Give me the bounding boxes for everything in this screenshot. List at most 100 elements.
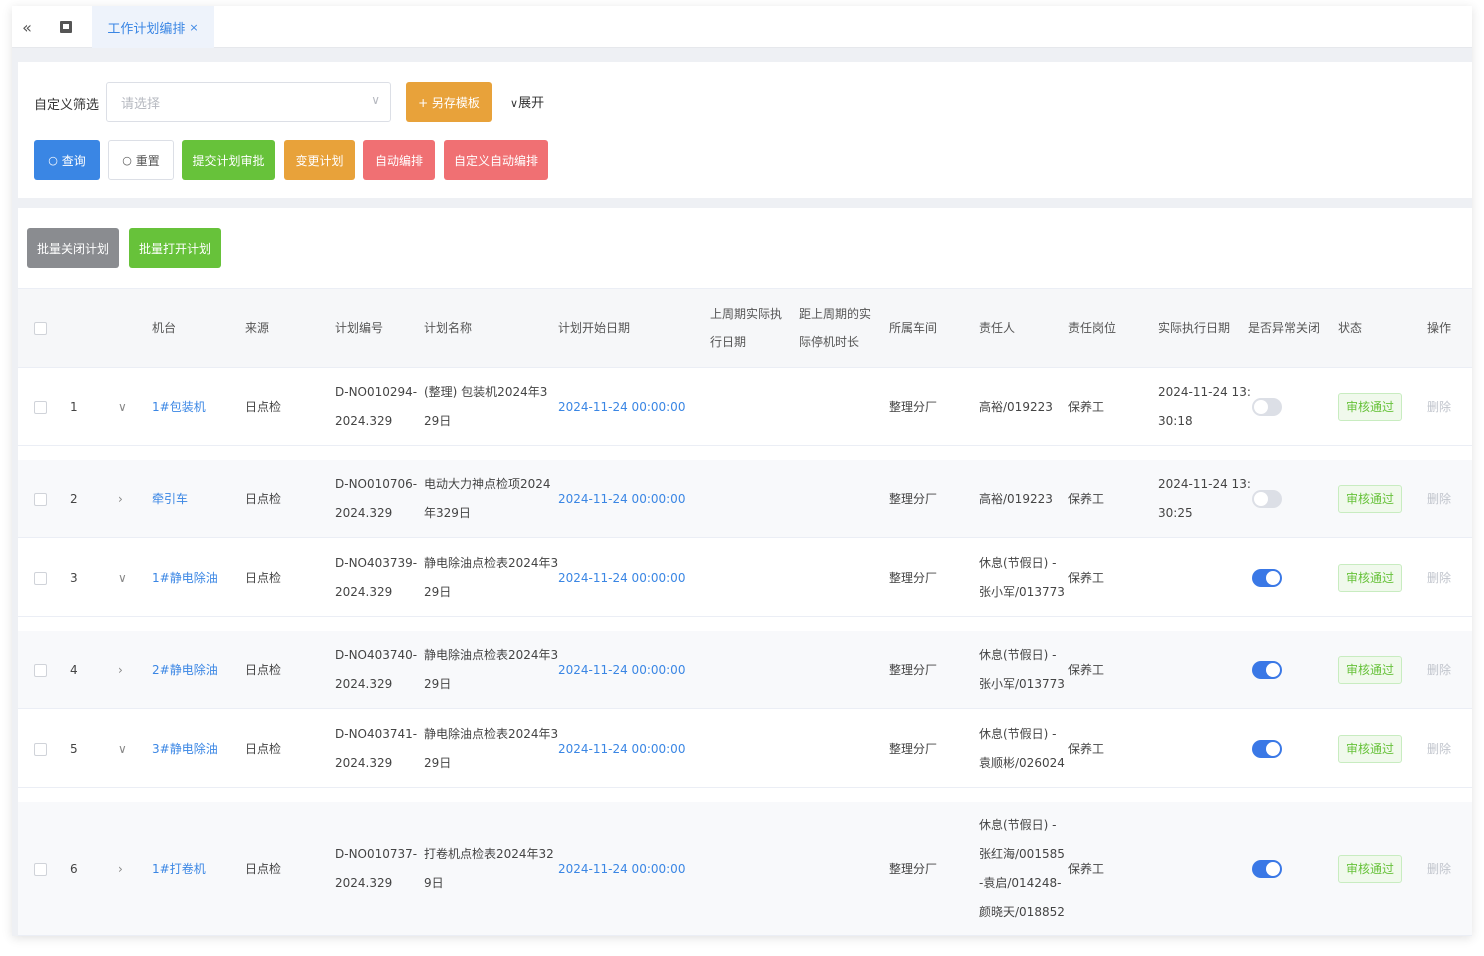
table-row[interactable]: 2 › 牵引车 日点检 D-NO010706- 2024.329 电动大力神点检项2024 年… — [18, 460, 1472, 538]
row-checkbox[interactable] — [34, 742, 47, 756]
machine-link[interactable]: 1#静电除油 — [152, 564, 218, 593]
table-row[interactable]: 4 › 2#静电除油 日点检 D-NO403740- 2024.329 静电除油点检表202… — [18, 631, 1472, 709]
plan-no-line1: D-NO403739- — [335, 556, 418, 570]
delete-button[interactable]: 删除 — [1427, 564, 1451, 593]
header-abnormal-close[interactable]: 是否异常关闭 — [1248, 289, 1320, 367]
filter-panel: 自定义筛选 请选择 ∨ + 另存模板 ∨展开 ○ 查询 ○ 重置 提交计划审批 … — [18, 62, 1472, 198]
expand-row-icon[interactable]: ∨ — [118, 393, 127, 422]
machine-link[interactable]: 2#静电除油 — [152, 656, 218, 685]
expand-row-icon[interactable]: › — [118, 855, 123, 884]
tab-work-plan[interactable]: 工作计划编排 × — [92, 6, 214, 48]
delete-button[interactable]: 删除 — [1427, 393, 1451, 422]
plan-name-line2: 9日 — [424, 876, 444, 890]
query-button[interactable]: ○ 查询 — [34, 140, 100, 180]
abnormal-close-toggle[interactable] — [1252, 398, 1282, 416]
row-checkbox[interactable] — [34, 862, 47, 876]
header-last-exec-line1: 上周期实际执 — [710, 307, 783, 321]
delete-button[interactable]: 删除 — [1427, 656, 1451, 685]
reset-button[interactable]: ○ 重置 — [108, 140, 174, 180]
row-index: 3 — [70, 570, 78, 585]
row-index: 4 — [70, 662, 78, 677]
submit-review-button[interactable]: 提交计划审批 — [182, 140, 275, 180]
row-index: 5 — [70, 741, 78, 756]
search-icon: ○ — [48, 153, 58, 167]
expand-row-icon[interactable]: › — [118, 656, 123, 685]
header-last-exec-date[interactable]: 上周期实际执 行日期 — [710, 289, 782, 367]
plan-no-line2: 2024.329 — [335, 677, 393, 691]
owner-line: 休息(节假日) - — [979, 648, 1057, 662]
toggle-knob — [1254, 492, 1268, 506]
toggle-knob — [1254, 400, 1268, 414]
table-row[interactable]: 1 ∨ 1#包装机 日点检 D-NO010294- 2024.329 (整理) 包装机202… — [18, 368, 1472, 446]
expand-label: 展开 — [518, 96, 545, 111]
expand-row-icon[interactable]: ∨ — [118, 564, 127, 593]
custom-filter-label: 自定义筛选 — [34, 98, 100, 113]
plan-name-line1: 电动大力神点检项2024 — [424, 477, 551, 491]
header-workshop[interactable]: 所属车间 — [889, 289, 937, 367]
header-source[interactable]: 来源 — [245, 289, 269, 367]
change-plan-button[interactable]: 变更计划 — [284, 140, 355, 180]
header-plan-name[interactable]: 计划名称 — [424, 289, 472, 367]
actual-date-line2: 30:18 — [1158, 414, 1193, 428]
header-machine[interactable]: 机台 — [152, 289, 176, 367]
table-row[interactable]: 5 ∨ 3#静电除油 日点检 D-NO403741- 2024.329 静电除油点检表202… — [18, 710, 1472, 788]
table-row[interactable]: 3 ∨ 1#静电除油 日点检 D-NO403739- 2024.329 静电除油点检表202… — [18, 539, 1472, 617]
machine-link[interactable]: 3#静电除油 — [152, 735, 218, 764]
expand-row-icon[interactable]: › — [118, 485, 123, 514]
plan-no-line2: 2024.329 — [335, 756, 393, 770]
table-row[interactable]: 6 › 1#打卷机 日点检 D-NO010737- 2024.329 打卷机点检表2024年… — [18, 802, 1472, 936]
post-cell: 保养工 — [1068, 741, 1105, 756]
abnormal-close-toggle[interactable] — [1252, 740, 1282, 758]
row-checkbox[interactable] — [34, 492, 47, 506]
row-checkbox[interactable] — [34, 663, 47, 677]
header-post[interactable]: 责任岗位 — [1068, 289, 1116, 367]
home-tab[interactable] — [42, 6, 90, 48]
plan-name-line1: 静电除油点检表2024年3 — [424, 648, 559, 662]
expand-row-icon[interactable]: ∨ — [118, 735, 127, 764]
machine-link[interactable]: 1#打卷机 — [152, 855, 206, 884]
row-checkbox[interactable] — [34, 571, 47, 585]
header-since-last[interactable]: 距上周期的实 际停机时长 — [799, 289, 871, 367]
custom-auto-arrange-button[interactable]: 自定义自动编排 — [444, 140, 548, 180]
owner-line: 张小军/013773 — [979, 585, 1065, 599]
abnormal-close-toggle[interactable] — [1252, 490, 1282, 508]
plan-no-line1: D-NO403740- — [335, 648, 418, 662]
auto-arrange-button[interactable]: 自动编排 — [363, 140, 435, 180]
source-cell: 日点检 — [245, 399, 282, 414]
header-status[interactable]: 状态 — [1338, 289, 1362, 367]
abnormal-close-toggle[interactable] — [1252, 860, 1282, 878]
batch-open-label: 批量打开计划 — [138, 241, 211, 256]
delete-button[interactable]: 删除 — [1427, 485, 1451, 514]
delete-button[interactable]: 删除 — [1427, 855, 1451, 884]
header-start-date[interactable]: 计划开始日期 — [558, 289, 630, 367]
header-since-last-line1: 距上周期的实 — [799, 307, 872, 321]
plan-name-line1: 静电除油点检表2024年3 — [424, 556, 559, 570]
custom-filter-select[interactable]: 请选择 ∨ — [106, 82, 391, 122]
workshop-cell: 整理分厂 — [889, 570, 938, 585]
abnormal-close-toggle[interactable] — [1252, 569, 1282, 587]
source-cell: 日点检 — [245, 741, 282, 756]
owner-line: 颜晓天/018852 — [979, 905, 1065, 919]
save-template-button[interactable]: + 另存模板 — [406, 82, 492, 122]
source-cell: 日点检 — [245, 861, 282, 876]
source-cell: 日点检 — [245, 570, 282, 585]
batch-open-button[interactable]: 批量打开计划 — [129, 228, 221, 268]
row-checkbox[interactable] — [34, 400, 47, 414]
header-actual-date[interactable]: 实际执行日期 — [1158, 289, 1230, 367]
toggle-knob — [1266, 742, 1280, 756]
machine-link[interactable]: 1#包装机 — [152, 393, 206, 422]
plan-no-line1: D-NO403741- — [335, 727, 418, 741]
abnormal-close-toggle[interactable] — [1252, 661, 1282, 679]
header-owner[interactable]: 责任人 — [979, 289, 1015, 367]
delete-button[interactable]: 删除 — [1427, 735, 1451, 764]
close-icon[interactable]: × — [189, 21, 198, 34]
owner-line: 休息(节假日) - — [979, 556, 1057, 570]
select-all-checkbox[interactable] — [34, 321, 47, 335]
select-placeholder: 请选择 — [121, 96, 161, 112]
expand-toggle[interactable]: ∨展开 — [510, 92, 544, 111]
header-plan-no[interactable]: 计划编号 — [335, 289, 383, 367]
collapse-menu-icon[interactable]: « — [12, 6, 42, 48]
machine-link[interactable]: 牵引车 — [152, 485, 188, 514]
batch-close-button[interactable]: 批量关闭计划 — [27, 228, 119, 268]
save-template-label: + 另存模板 — [418, 95, 480, 110]
